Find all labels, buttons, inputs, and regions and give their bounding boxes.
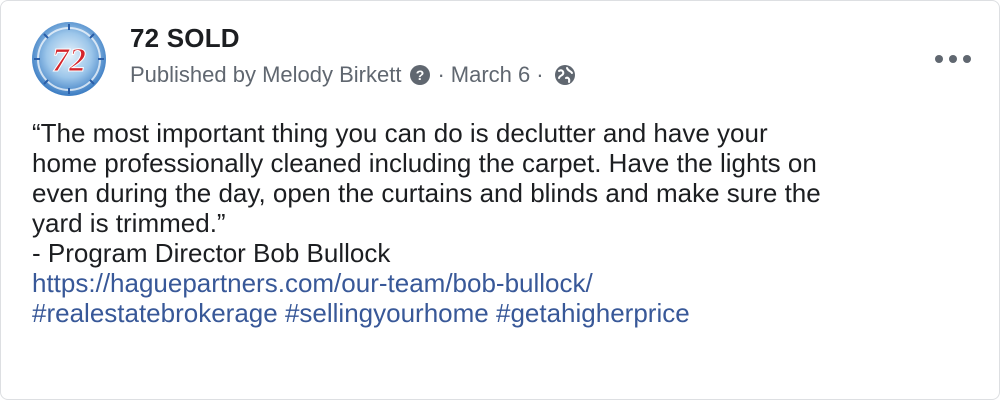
separator-dot: · xyxy=(437,62,445,87)
more-dot xyxy=(949,55,957,63)
post-card: 72 72 SOLD Published by Melody Birkett ?… xyxy=(0,0,1000,400)
hashtag-link[interactable]: #sellingyourhome xyxy=(285,298,489,328)
post-quote: “The most important thing you can do is … xyxy=(32,118,821,238)
question-circle-icon[interactable]: ? xyxy=(409,64,431,86)
separator-dot: · xyxy=(536,62,544,87)
more-dot xyxy=(935,55,943,63)
hashtags: #realestatebrokerage #sellingyourhome #g… xyxy=(32,298,972,328)
hashtag-link[interactable]: #getahigherprice xyxy=(496,298,690,328)
hashtag-link[interactable]: #realestatebrokerage xyxy=(32,298,278,328)
more-options-button[interactable] xyxy=(935,51,971,67)
post-header: 72 72 SOLD Published by Melody Birkett ?… xyxy=(25,19,975,109)
author-block: 72 SOLD Published by Melody Birkett ? · … xyxy=(130,21,576,89)
avatar[interactable]: 72 xyxy=(29,19,109,99)
post-meta: Published by Melody Birkett ? · March 6 … xyxy=(130,61,576,89)
post-date[interactable]: March 6 xyxy=(451,61,530,89)
post-attribution: - Program Director Bob Bullock xyxy=(32,238,391,268)
published-by[interactable]: Published by Melody Birkett xyxy=(130,61,401,89)
globe-icon[interactable] xyxy=(554,64,576,86)
page-name[interactable]: 72 SOLD xyxy=(130,21,576,55)
more-dot xyxy=(963,55,971,63)
svg-text:?: ? xyxy=(416,67,425,83)
post-link[interactable]: https://haguepartners.com/our-team/bob-b… xyxy=(32,268,972,298)
72-sold-logo-icon: 72 xyxy=(29,19,109,99)
post-body: “The most important thing you can do is … xyxy=(32,118,972,328)
svg-text:72: 72 xyxy=(52,42,86,79)
